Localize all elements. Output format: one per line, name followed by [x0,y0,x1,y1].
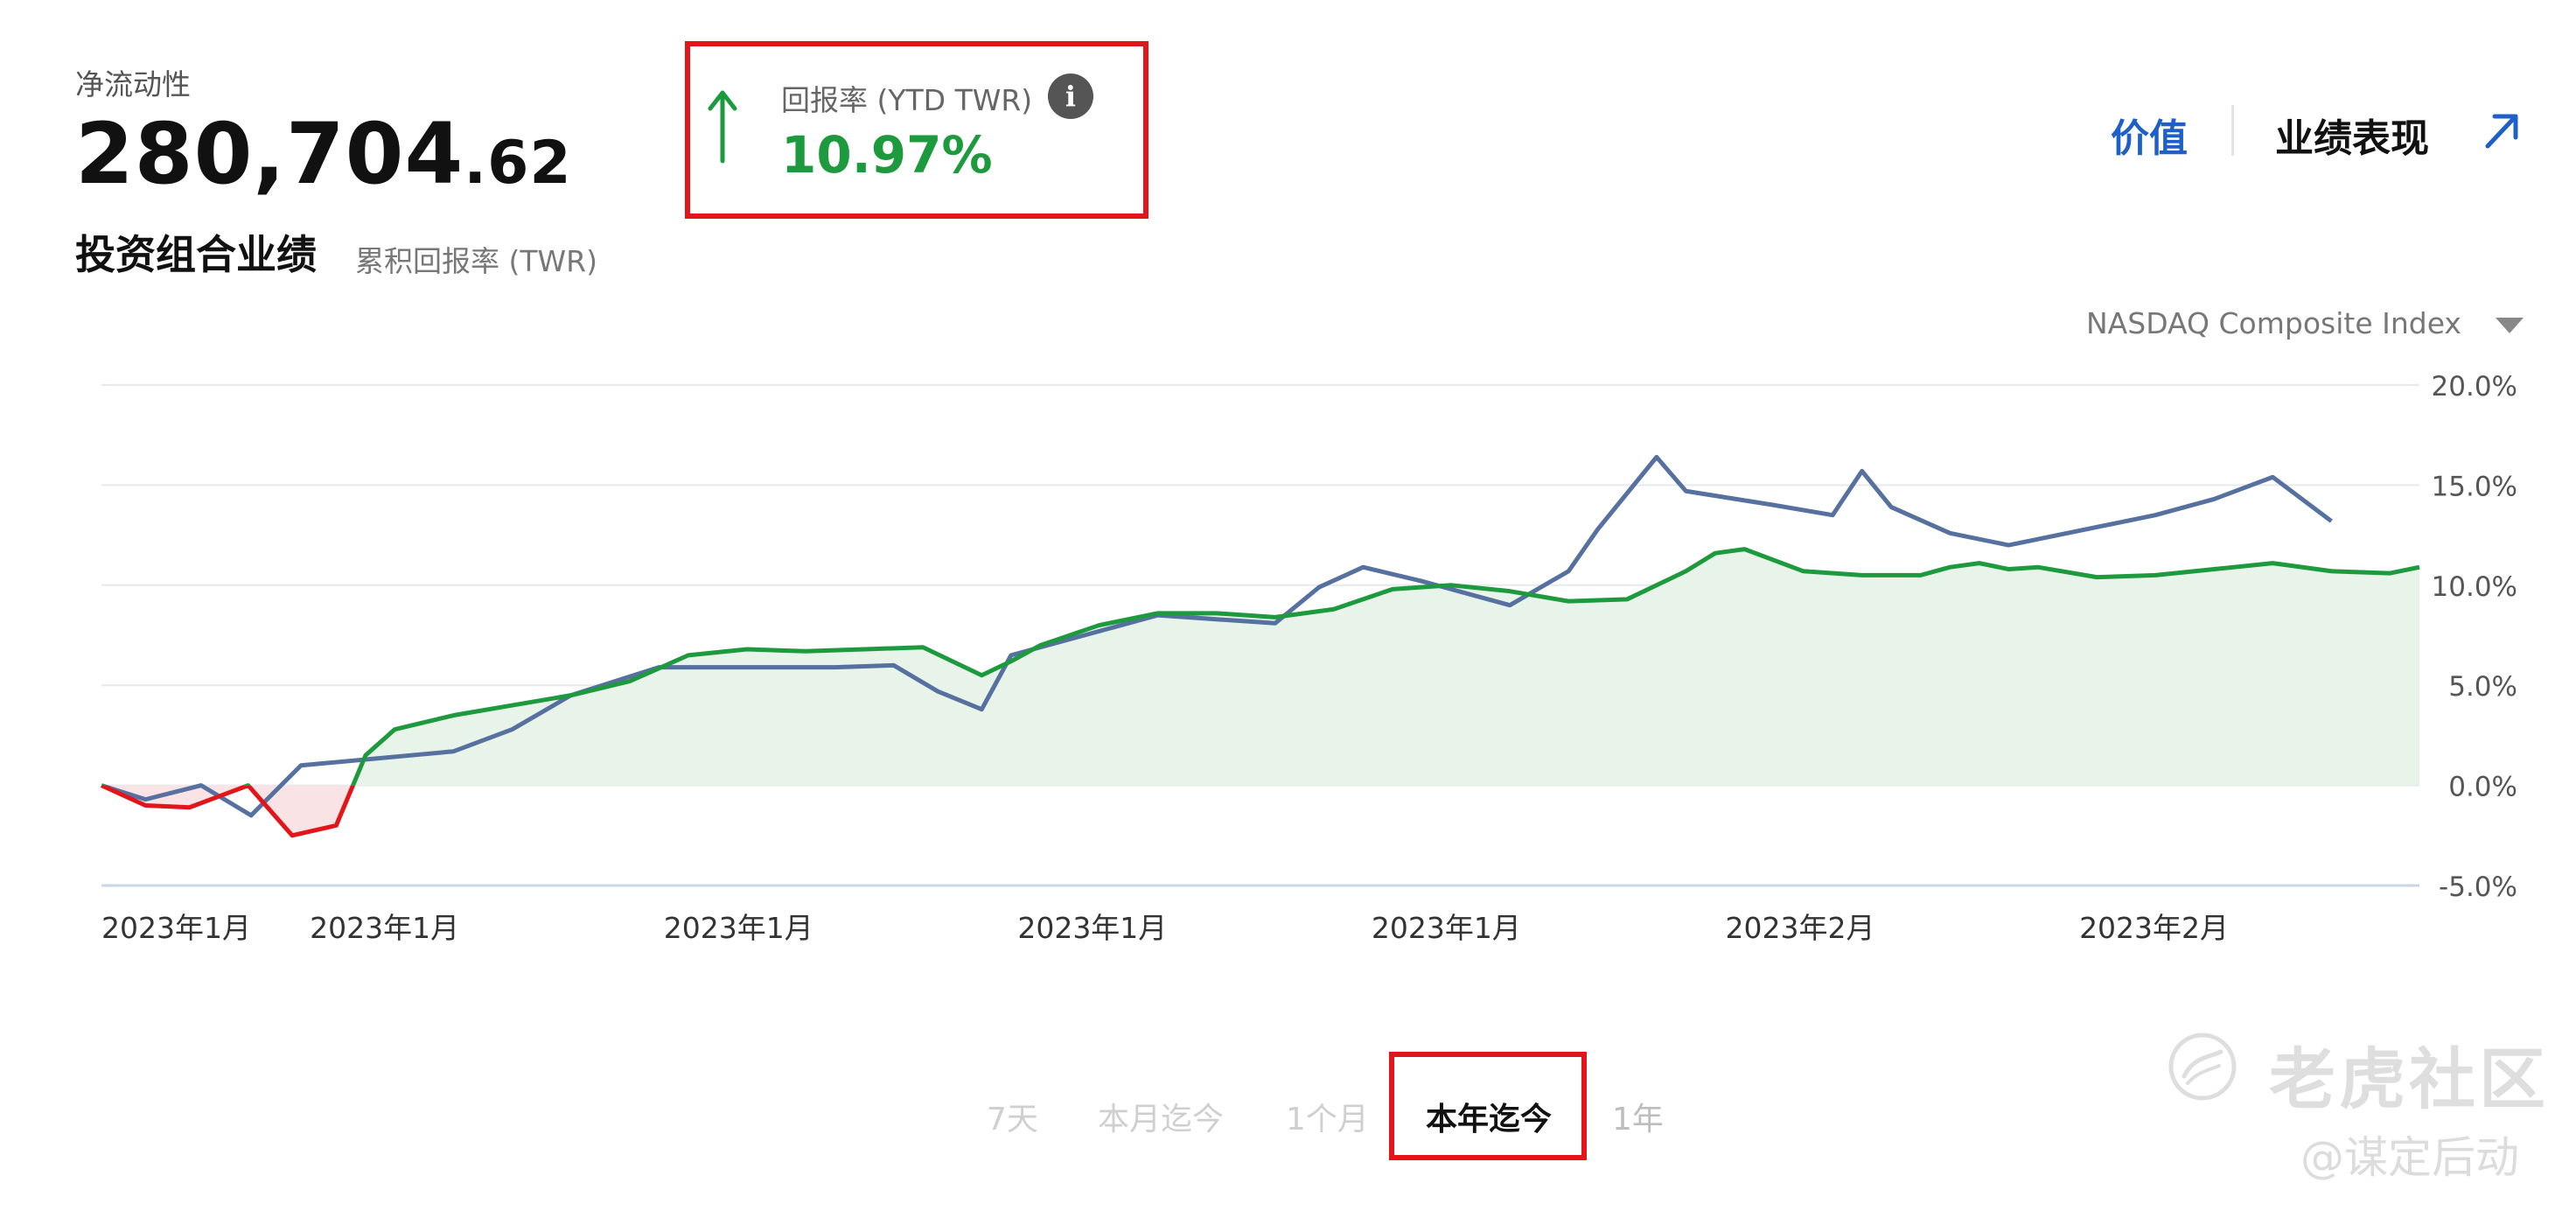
y-tick-label: -5.0% [2439,872,2517,903]
up-arrow-icon [708,90,737,164]
y-tick-label: 0.0% [2448,772,2517,803]
y-tick-label: 5.0% [2448,671,2517,703]
performance-chart: 20.0%15.0%10.0%5.0%0.0%-5.0% 2023年1月 2023… [100,371,2517,945]
x-tick-label: 2023年1月 [664,911,813,945]
tab-value[interactable]: 价值 [2111,107,2188,163]
chevron-down-icon[interactable] [2496,318,2524,333]
net-liquidity-value: 280,704.62 [75,112,572,196]
x-tick-label: 2023年1月 [1017,911,1167,945]
net-liquidity-decimal: .62 [464,129,572,198]
watermark-handle: @谋定后动 [2300,1132,2519,1183]
range-month-to-date[interactable]: 本月迄今 [1098,1094,1224,1139]
benchmark-selector[interactable]: NASDAQ Composite Index [2086,306,2461,340]
x-tick-label: 2023年1月 [101,911,251,945]
net-liquidity-integer: 280,704 [75,105,464,203]
performance-title: 投资组合业绩 [75,231,317,278]
range-1-year[interactable]: 1年 [1612,1094,1664,1139]
net-liquidity-label: 净流动性 [75,67,191,102]
chart-area-fill [101,549,2419,836]
tiger-logo-icon [2168,1032,2237,1101]
performance-subtitle: 累积回报率 (TWR) [355,244,597,278]
ytd-return-value: 10.97% [781,125,993,185]
y-axis-ticks: 20.0% 15.0% 10.0% 5.0% 0.0% -5.0% [2432,371,2517,903]
tab-performance[interactable]: 业绩表现 [2275,107,2429,163]
x-tick-label: 2023年2月 [2079,911,2229,945]
range-7d[interactable]: 7天 [987,1094,1038,1139]
range-1-month[interactable]: 1个月 [1286,1094,1369,1139]
x-tick-label: 2023年1月 [1372,911,1521,945]
external-link-icon[interactable] [2481,109,2523,151]
y-tick-label: 20.0% [2432,371,2517,402]
x-axis-ticks: 2023年1月 2023年1月 2023年1月 2023年1月 2023年1月 2023年… [101,911,2229,945]
x-tick-label: 2023年2月 [1725,911,1874,945]
y-tick-label: 10.0% [2432,571,2517,603]
x-tick-label: 2023年1月 [310,911,459,945]
info-icon[interactable]: i [1048,74,1093,119]
tab-divider [2231,105,2234,156]
y-tick-label: 15.0% [2432,471,2517,502]
positive-area [353,549,2419,786]
watermark-brand: 老虎社区 [2269,1040,2549,1118]
ytd-return-label: 回报率 (YTD TWR) [781,83,1033,117]
ytd-range-highlight-box [1389,1052,1587,1160]
